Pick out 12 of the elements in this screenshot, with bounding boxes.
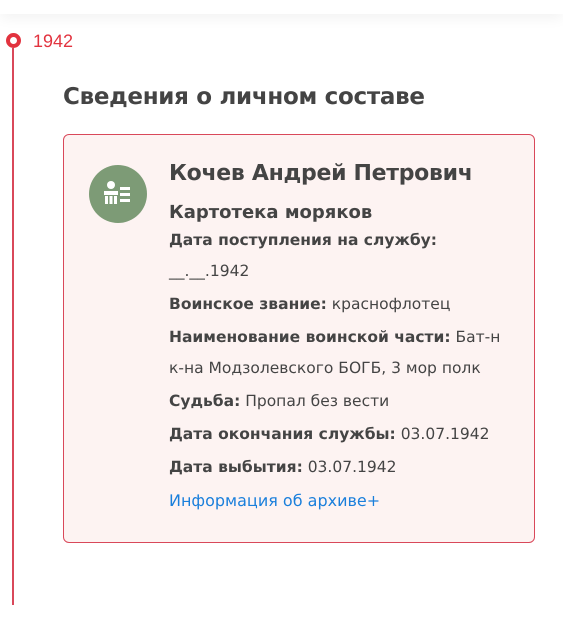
timeline-dot (6, 33, 20, 48)
person-list-icon (89, 165, 147, 223)
record-source: Картотека моряков (169, 202, 374, 223)
record-field: Дата выбытия: 03.07.1942 (169, 452, 518, 483)
section-title: Сведения о личном составе (63, 84, 426, 110)
person-name: Кочев Андрей Петрович (169, 161, 474, 186)
record-field: Дата окончания службы: 03.07.1942 (169, 419, 518, 450)
timeline-year: 1942 (33, 33, 74, 50)
record-field: Воинское звание: краснофлотец (169, 289, 518, 320)
record-field: Наименование воинской части: Бат-н к-на Модзолевского БОГБ, 3 мор полк (169, 322, 518, 384)
record-field: Судьба: Пропал без вести (169, 386, 518, 417)
archive-link[interactable]: Информация об архиве+ (169, 485, 380, 516)
